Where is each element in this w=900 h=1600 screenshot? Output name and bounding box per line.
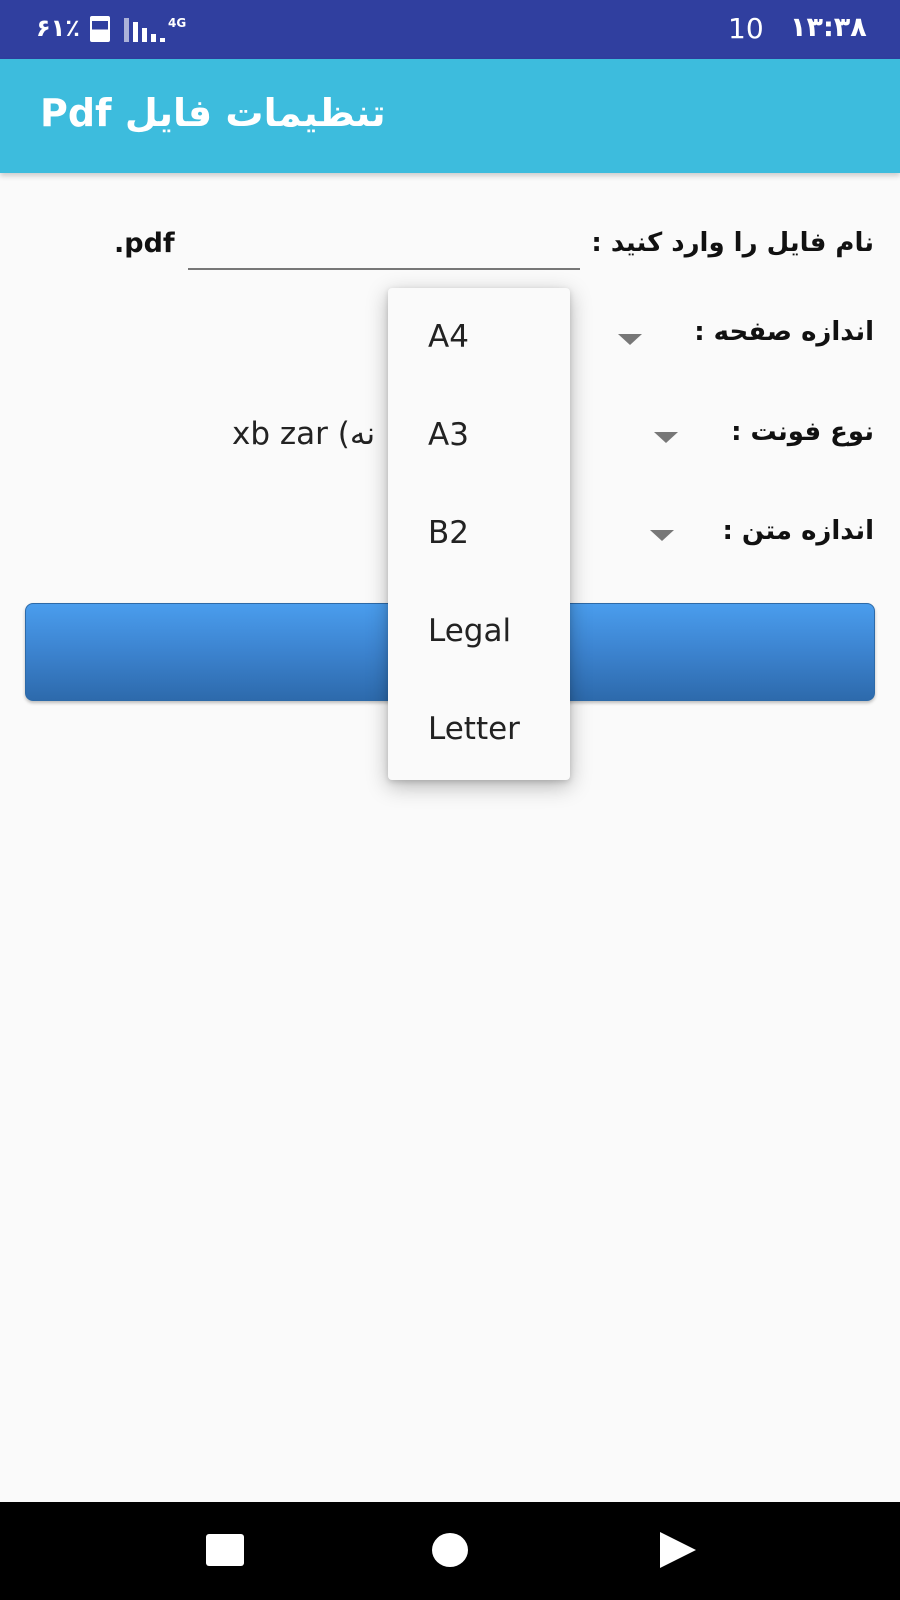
page-title: تنظیمات فایل Pdf: [40, 91, 386, 135]
page-size-dropdown-menu: A4 A3 B2 Legal Letter: [388, 288, 570, 780]
dropdown-item-b2[interactable]: B2: [388, 484, 570, 582]
battery-percent: ۶۱٪: [36, 14, 80, 42]
dropdown-item-letter[interactable]: Letter: [388, 680, 570, 778]
text-size-label: اندازه متن :: [722, 516, 874, 546]
font-type-label: نوع فونت :: [731, 417, 874, 447]
dropdown-item-a3[interactable]: A3: [388, 386, 570, 484]
status-time: ۱۳:۳۸: [790, 12, 867, 43]
recents-square-icon[interactable]: [206, 1534, 244, 1566]
filename-label: نام فایل را وارد کنید :: [591, 228, 874, 258]
app-bar: تنظیمات فایل Pdf: [0, 59, 900, 173]
signal-icon: [124, 18, 165, 42]
screen: ۶۱٪ 4G 10 ۱۳:۳۸ تنظیمات فایل Pdf نام فای…: [0, 0, 900, 1600]
cellular-indicator: 10: [728, 12, 764, 45]
status-bar: ۶۱٪ 4G 10 ۱۳:۳۸: [0, 0, 900, 59]
pdf-extension-label: .pdf: [114, 228, 175, 259]
page-size-label: اندازه صفحه :: [694, 317, 874, 347]
network-type-label: 4G: [168, 16, 187, 30]
battery-icon: [90, 16, 110, 42]
filename-input[interactable]: [188, 222, 580, 270]
home-circle-icon[interactable]: [432, 1533, 468, 1567]
dropdown-item-legal[interactable]: Legal: [388, 582, 570, 680]
dropdown-item-a4[interactable]: A4: [388, 288, 570, 386]
page-size-dropdown-arrow-icon[interactable]: [618, 334, 642, 345]
navigation-bar: [0, 1502, 900, 1600]
text-size-dropdown-arrow-icon[interactable]: [650, 530, 674, 541]
back-triangle-icon[interactable]: [660, 1532, 696, 1568]
font-type-dropdown-arrow-icon[interactable]: [654, 432, 678, 443]
font-type-spinner-value[interactable]: xb zar (نه: [232, 416, 375, 452]
